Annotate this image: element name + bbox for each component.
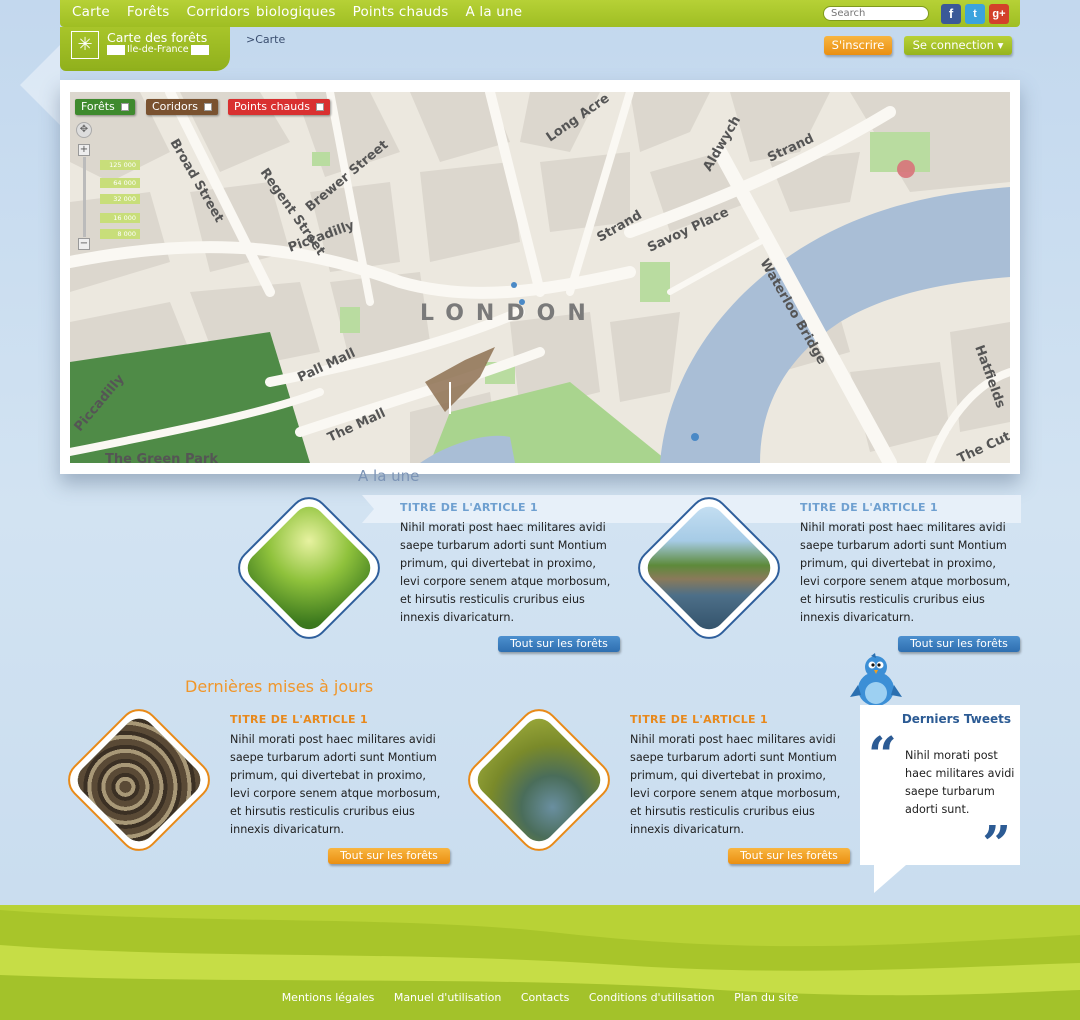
breadcrumb[interactable]: >Carte xyxy=(246,33,285,46)
twitter-icon[interactable]: t xyxy=(965,4,985,24)
zoom-scale-label[interactable]: 8 000 xyxy=(100,229,140,239)
map-frame: Broad Street Brewer Street Regent Street… xyxy=(60,80,1020,474)
section-title-updates: Dernières mises à jours xyxy=(185,677,374,696)
nav-item-corridors[interactable]: Corridors xyxy=(187,4,251,20)
svg-text:The Green Park: The Green Park xyxy=(105,452,218,463)
layer-toggle-points-chauds[interactable]: Points chauds xyxy=(228,99,330,115)
login-button[interactable]: Se connection ▾ xyxy=(904,36,1012,55)
googleplus-icon[interactable]: g+ xyxy=(989,4,1009,24)
tweet-text: Nihil morati post haec militares avidi s… xyxy=(905,749,1015,816)
twitter-bird-icon xyxy=(850,653,902,706)
article-body: Nihil morati post haec militares avidi s… xyxy=(630,733,841,836)
more-forests-button[interactable]: Tout sur les forêts xyxy=(898,636,1020,652)
footer-link-mentions[interactable]: Mentions légales xyxy=(282,991,375,1004)
footer-link-conditions[interactable]: Conditions d'utilisation xyxy=(589,991,715,1004)
quote-open-icon: “ xyxy=(868,725,897,784)
zoom-scale-label[interactable]: 16 000 xyxy=(100,213,140,223)
top-navigation-bar: Carte Forêts Corridors biologiques Point… xyxy=(60,0,1020,27)
more-forests-button[interactable]: Tout sur les forêts xyxy=(728,848,850,864)
zoom-out-icon[interactable]: − xyxy=(78,238,90,250)
more-forests-button[interactable]: Tout sur les forêts xyxy=(498,636,620,652)
pan-control-icon[interactable]: ✥ xyxy=(76,122,92,138)
footer-links: Mentions légales Manuel d'utilisation Co… xyxy=(0,991,1080,1004)
article-image-mushrooms[interactable] xyxy=(59,700,219,860)
footer-link-manuel[interactable]: Manuel d'utilisation xyxy=(394,991,502,1004)
checkbox-icon xyxy=(316,103,324,111)
layer-toggle-corridors[interactable]: Coridors xyxy=(146,99,218,115)
section-title-a-la-une: A la une xyxy=(358,467,420,485)
article-title[interactable]: TITRE DE L'ARTICLE 1 xyxy=(630,713,768,726)
tweets-title: Derniers Tweets xyxy=(901,712,1011,726)
logo-title: Carte des forêts xyxy=(107,30,208,45)
article-title[interactable]: TITRE DE L'ARTICLE 1 xyxy=(800,501,938,514)
layer-toggle-forets[interactable]: Forêts xyxy=(75,99,135,115)
nav-item-a-la-une[interactable]: A la une xyxy=(465,4,522,20)
article-image-moss[interactable] xyxy=(459,700,619,860)
article-title[interactable]: TITRE DE L'ARTICLE 1 xyxy=(230,713,368,726)
article-body: Nihil morati post haec militares avidi s… xyxy=(230,733,441,836)
article-body: Nihil morati post haec militares avidi s… xyxy=(400,521,611,624)
checkbox-icon xyxy=(120,103,129,111)
article-title[interactable]: TITRE DE L'ARTICLE 1 xyxy=(400,501,538,514)
nav-item-forets[interactable]: Forêts xyxy=(127,4,170,20)
footer-link-contacts[interactable]: Contacts xyxy=(521,991,570,1004)
main-nav: Carte Forêts Corridors biologiques Point… xyxy=(72,4,522,20)
tweets-bubble-tail xyxy=(874,865,906,893)
nav-item-carte[interactable]: Carte xyxy=(72,4,110,20)
article-image-forest[interactable] xyxy=(229,488,389,648)
layer-label: Forêts xyxy=(81,100,115,113)
zoom-scale-label[interactable]: 125 000 xyxy=(100,160,140,170)
article-image-lake[interactable] xyxy=(629,488,789,648)
checkbox-icon xyxy=(203,103,212,111)
logo-subtitle: Ile-de-France xyxy=(107,45,209,55)
decorative-arrow xyxy=(20,45,60,125)
footer-link-plan[interactable]: Plan du site xyxy=(734,991,798,1004)
facebook-icon[interactable]: f xyxy=(941,4,961,24)
zoom-control: ✥ + − 125 000 64 000 32 000 16 000 8 000 xyxy=(76,122,146,252)
layer-label: Coridors xyxy=(152,100,198,113)
zoom-slider[interactable] xyxy=(83,157,86,237)
signup-button[interactable]: S'inscrire xyxy=(824,36,892,55)
more-forests-button[interactable]: Tout sur les forêts xyxy=(328,848,450,864)
site-logo[interactable]: ✳ Carte des forêts Ile-de-France xyxy=(60,27,230,71)
layer-label: Points chauds xyxy=(234,100,310,113)
nav-item-points-chauds[interactable]: Points chauds xyxy=(353,4,449,20)
footer: Mentions légales Manuel d'utilisation Co… xyxy=(0,905,1080,1020)
svg-text:LONDON: LONDON xyxy=(420,301,598,326)
zoom-in-icon[interactable]: + xyxy=(78,144,90,156)
logo-star-icon: ✳ xyxy=(71,31,99,59)
map-view[interactable]: Broad Street Brewer Street Regent Street… xyxy=(70,92,1010,463)
article-body: Nihil morati post haec militares avidi s… xyxy=(800,521,1011,624)
search-input[interactable] xyxy=(823,6,929,21)
quote-close-icon: ” xyxy=(982,814,1011,873)
zoom-scale-label[interactable]: 64 000 xyxy=(100,178,140,188)
tweets-panel: Derniers Tweets “ Nihil morati post haec… xyxy=(860,705,1020,869)
zoom-scale-label[interactable]: 32 000 xyxy=(100,194,140,204)
nav-item-biologiques[interactable]: biologiques xyxy=(256,4,336,20)
map-tiles: Broad Street Brewer Street Regent Street… xyxy=(70,92,1010,463)
